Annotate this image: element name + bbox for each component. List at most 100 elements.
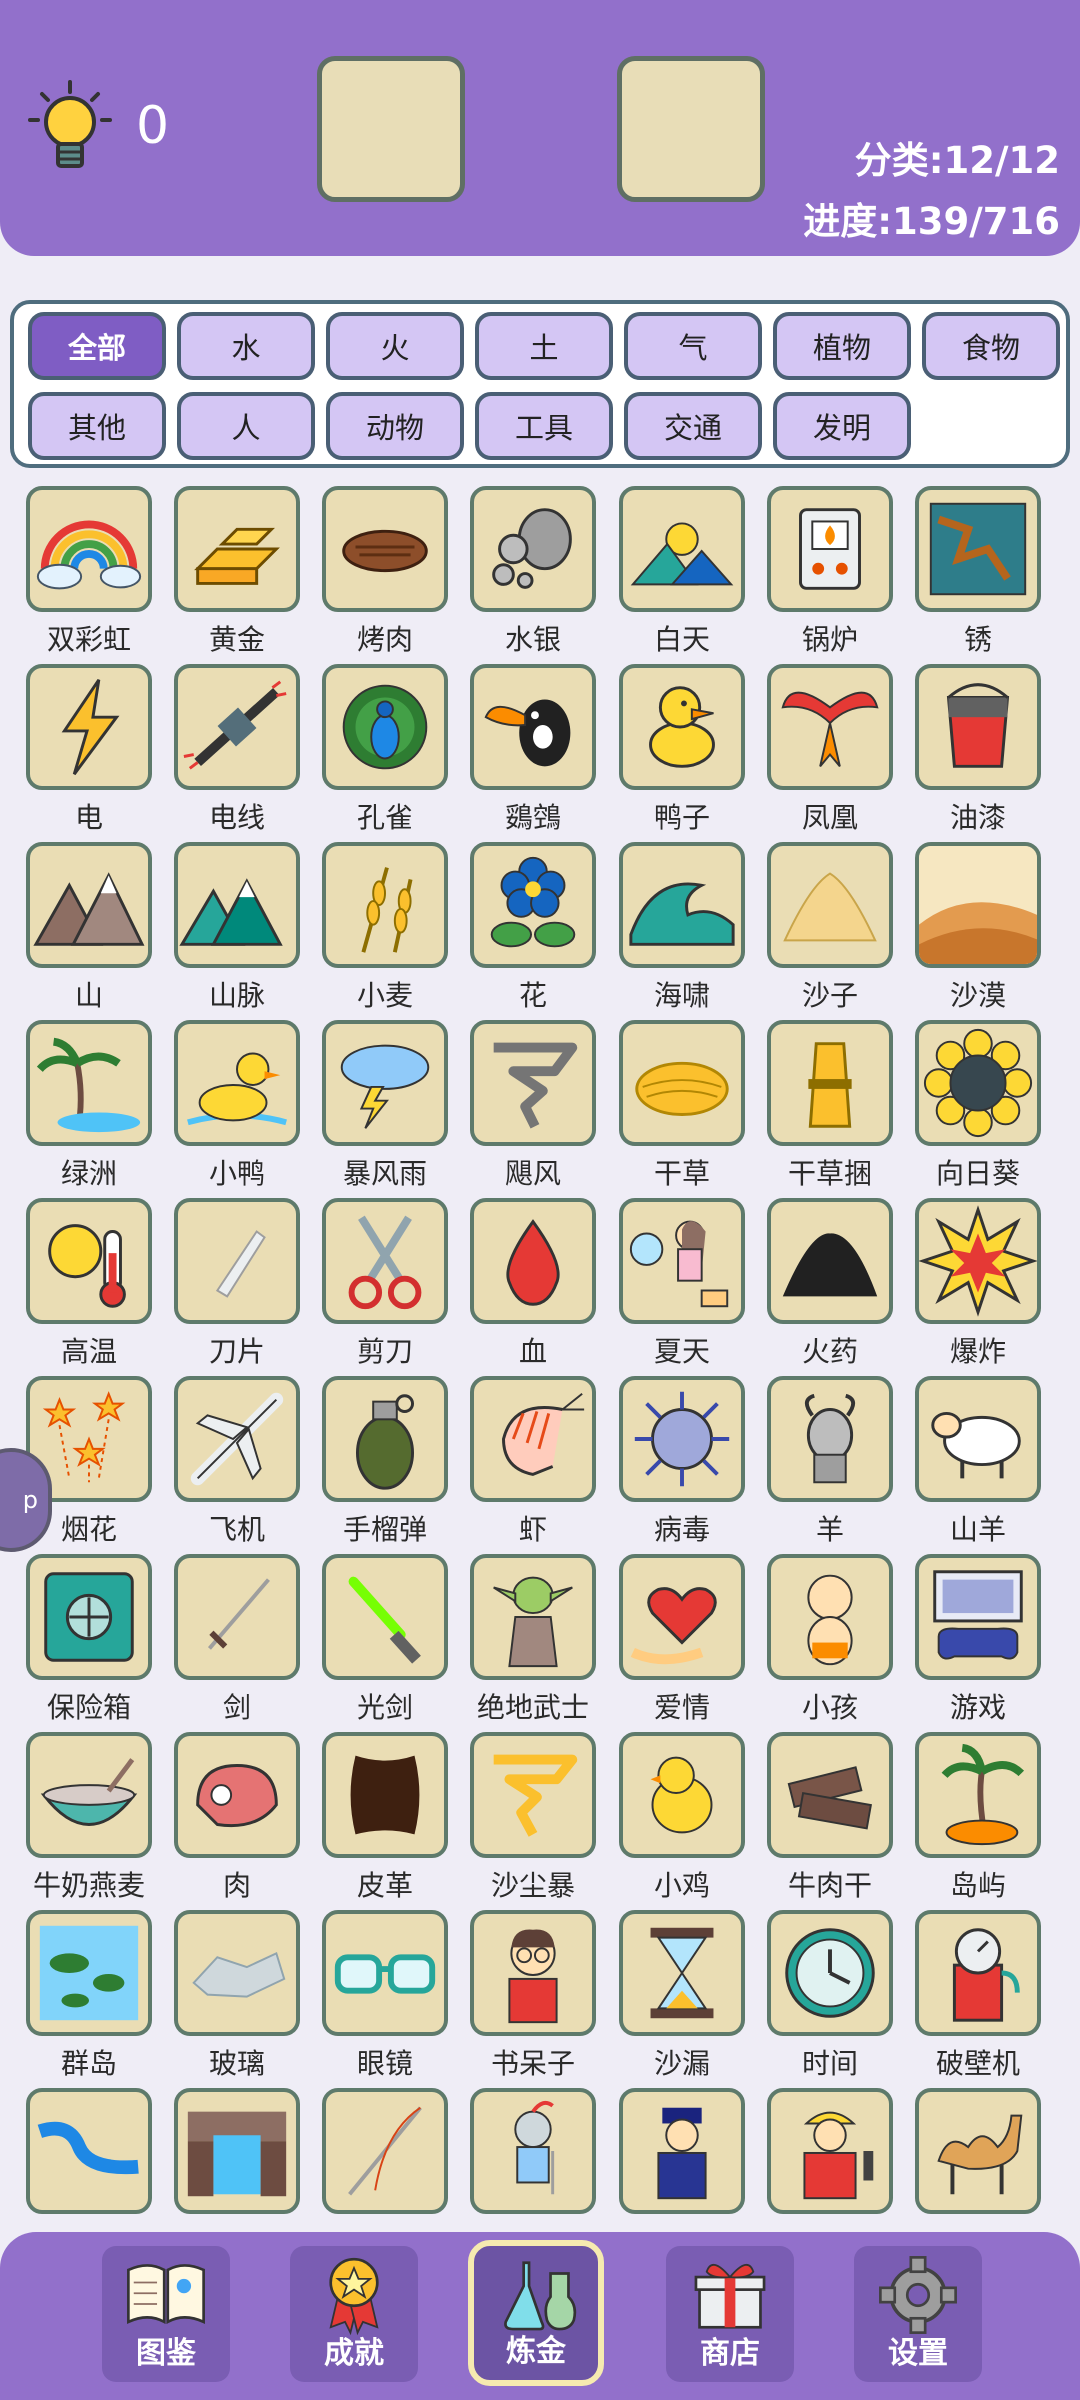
- mercury-icon[interactable]: [470, 486, 596, 612]
- element-grid[interactable]: 双彩虹 黄金 烤肉 水银 白天 锅炉锈电电线 孔雀 鵎鵼 鸭子 凤凰 油漆山山脉 小麦花海啸 沙子 沙漠绿…: [0, 472, 1080, 2232]
- storm-icon[interactable]: [322, 1020, 448, 1146]
- sunflower-icon[interactable]: [915, 1020, 1041, 1146]
- element-item[interactable]: 火药: [755, 1198, 905, 1376]
- paint-icon[interactable]: [915, 664, 1041, 790]
- nav-gift[interactable]: 商店: [666, 2246, 794, 2382]
- element-item[interactable]: 电线: [162, 664, 312, 842]
- element-item[interactable]: 剪刀: [310, 1198, 460, 1376]
- safe-icon[interactable]: [26, 1554, 152, 1680]
- element-item[interactable]: 向日葵: [903, 1020, 1053, 1198]
- element-item[interactable]: 白天: [607, 486, 757, 664]
- element-item[interactable]: 双彩虹: [14, 486, 164, 664]
- element-item[interactable]: 沙尘暴: [458, 1732, 608, 1910]
- electrician-icon[interactable]: [767, 2088, 893, 2214]
- virus-icon[interactable]: [619, 1376, 745, 1502]
- element-item[interactable]: 锅炉: [755, 486, 905, 664]
- shrimp-icon[interactable]: [470, 1376, 596, 1502]
- nerd-icon[interactable]: [470, 1910, 596, 2036]
- police-icon[interactable]: [619, 2088, 745, 2214]
- filter-button[interactable]: 工具: [475, 392, 613, 460]
- baby-icon[interactable]: [767, 1554, 893, 1680]
- element-item[interactable]: 破壁机: [903, 1910, 1053, 2088]
- oasis-icon[interactable]: [26, 1020, 152, 1146]
- element-item[interactable]: 皮革: [310, 1732, 460, 1910]
- jedi-icon[interactable]: [470, 1554, 596, 1680]
- wire-icon[interactable]: [174, 664, 300, 790]
- waterfall-icon[interactable]: [174, 2088, 300, 2214]
- nav-medal[interactable]: 成就: [290, 2246, 418, 2382]
- daytime-icon[interactable]: [619, 486, 745, 612]
- scissors-icon[interactable]: [322, 1198, 448, 1324]
- filter-button[interactable]: 人: [177, 392, 315, 460]
- element-item[interactable]: 小鸡: [607, 1732, 757, 1910]
- chick-icon[interactable]: [619, 1732, 745, 1858]
- wheat-icon[interactable]: [322, 842, 448, 968]
- boiler-icon[interactable]: [767, 486, 893, 612]
- element-item[interactable]: 锈: [903, 486, 1053, 664]
- sandstorm-icon[interactable]: [470, 1732, 596, 1858]
- element-item[interactable]: [903, 2088, 1053, 2232]
- filter-button[interactable]: 其他: [28, 392, 166, 460]
- archipelago-icon[interactable]: [26, 1910, 152, 2036]
- element-item[interactable]: 油漆: [903, 664, 1053, 842]
- filter-button[interactable]: 交通: [624, 392, 762, 460]
- element-item[interactable]: 玻璃: [162, 1910, 312, 2088]
- double-rainbow-icon[interactable]: [26, 486, 152, 612]
- hurricane-icon[interactable]: [470, 1020, 596, 1146]
- element-item[interactable]: 牛肉干: [755, 1732, 905, 1910]
- element-item[interactable]: 沙子: [755, 842, 905, 1020]
- filter-button[interactable]: 气: [624, 312, 762, 380]
- element-item[interactable]: 虾: [458, 1376, 608, 1554]
- desert-icon[interactable]: [915, 842, 1041, 968]
- island-icon[interactable]: [915, 1732, 1041, 1858]
- knight-icon[interactable]: [470, 2088, 596, 2214]
- electricity-icon[interactable]: [26, 664, 152, 790]
- element-item[interactable]: 电: [14, 664, 164, 842]
- element-item[interactable]: 手榴弹: [310, 1376, 460, 1554]
- nav-book[interactable]: 图鉴: [102, 2246, 230, 2382]
- element-item[interactable]: 小孩: [755, 1554, 905, 1732]
- element-item[interactable]: 肉: [162, 1732, 312, 1910]
- element-item[interactable]: 山: [14, 842, 164, 1020]
- element-item[interactable]: 小鸭: [162, 1020, 312, 1198]
- element-item[interactable]: 爱情: [607, 1554, 757, 1732]
- oatmeal-icon[interactable]: [26, 1732, 152, 1858]
- element-item[interactable]: [607, 2088, 757, 2232]
- filter-button[interactable]: 全部: [28, 312, 166, 380]
- element-item[interactable]: 飓风: [458, 1020, 608, 1198]
- phoenix-icon[interactable]: [767, 664, 893, 790]
- river-icon[interactable]: [26, 2088, 152, 2214]
- filter-button[interactable]: 动物: [326, 392, 464, 460]
- element-item[interactable]: 山羊: [903, 1376, 1053, 1554]
- element-item[interactable]: 高温: [14, 1198, 164, 1376]
- element-item[interactable]: 时间: [755, 1910, 905, 2088]
- element-item[interactable]: 血: [458, 1198, 608, 1376]
- element-item[interactable]: 绝地武士: [458, 1554, 608, 1732]
- explosion-icon[interactable]: [915, 1198, 1041, 1324]
- nav-gear[interactable]: 设置: [854, 2246, 982, 2382]
- element-item[interactable]: 飞机: [162, 1376, 312, 1554]
- duck-icon[interactable]: [619, 664, 745, 790]
- peacock-icon[interactable]: [322, 664, 448, 790]
- roast-meat-icon[interactable]: [322, 486, 448, 612]
- element-item[interactable]: 孔雀: [310, 664, 460, 842]
- clock-icon[interactable]: [767, 1910, 893, 2036]
- tsunami-icon[interactable]: [619, 842, 745, 968]
- element-item[interactable]: 鸭子: [607, 664, 757, 842]
- toucan-icon[interactable]: [470, 664, 596, 790]
- element-item[interactable]: 羊: [755, 1376, 905, 1554]
- lightsaber-icon[interactable]: [322, 1554, 448, 1680]
- element-item[interactable]: [310, 2088, 460, 2232]
- rust-icon[interactable]: [915, 486, 1041, 612]
- element-item[interactable]: 鵎鵼: [458, 664, 608, 842]
- blade-icon[interactable]: [174, 1198, 300, 1324]
- mountain-range-icon[interactable]: [174, 842, 300, 968]
- element-item[interactable]: 夏天: [607, 1198, 757, 1376]
- element-item[interactable]: 花: [458, 842, 608, 1020]
- element-item[interactable]: 干草: [607, 1020, 757, 1198]
- element-item[interactable]: [755, 2088, 905, 2232]
- combine-slot-2[interactable]: [617, 56, 765, 202]
- element-item[interactable]: 凤凰: [755, 664, 905, 842]
- filter-button[interactable]: 发明: [773, 392, 911, 460]
- airplane-icon[interactable]: [174, 1376, 300, 1502]
